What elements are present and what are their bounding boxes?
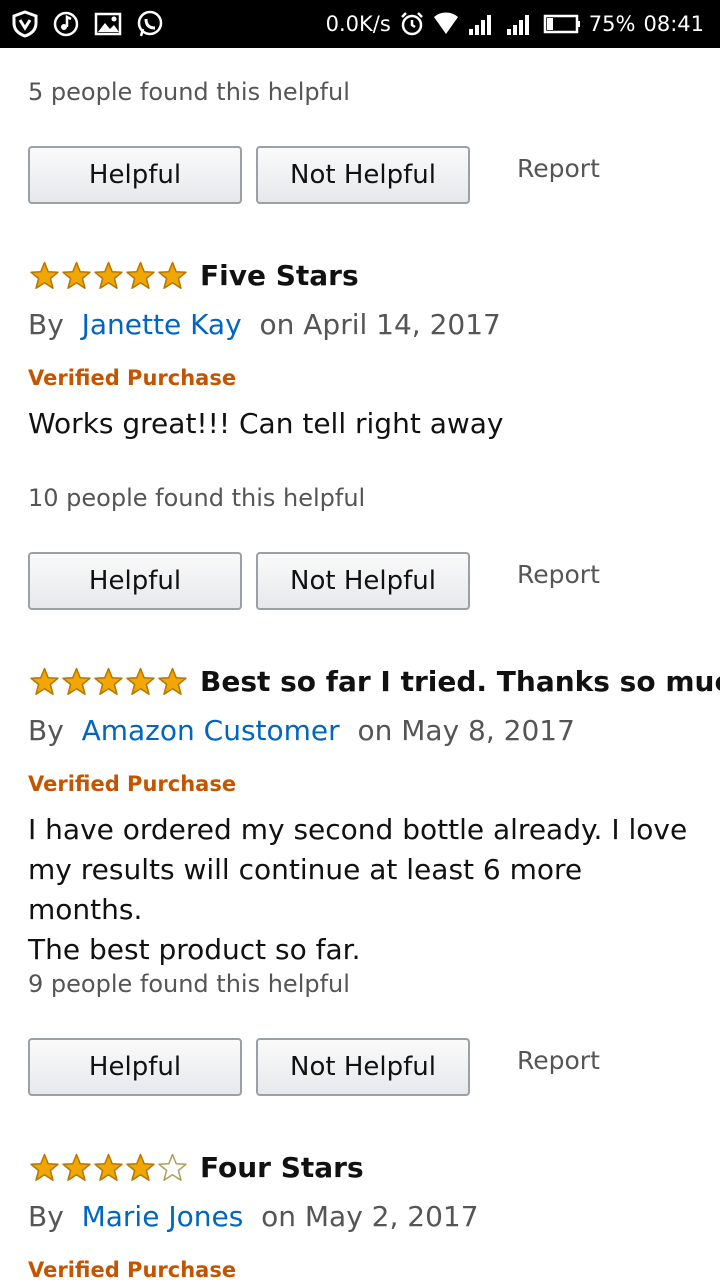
- signal-icon: [467, 12, 497, 36]
- helpful-button[interactable]: Helpful: [28, 1038, 242, 1096]
- star-filled-icon: [94, 261, 123, 289]
- review-byline: By Amazon Customer on May 8, 2017: [28, 714, 575, 747]
- review-title: Four Stars: [200, 1151, 364, 1184]
- status-bar: 0.0K/s 75% 08:41: [0, 0, 720, 48]
- star-filled-icon: [30, 667, 59, 695]
- review-body: I have ordered my second bottle already.…: [28, 810, 698, 970]
- star-filled-icon: [126, 261, 155, 289]
- star-filled-icon: [158, 261, 187, 289]
- star-rating: [29, 1153, 188, 1182]
- byline-prefix: By: [28, 714, 64, 747]
- star-filled-icon: [30, 261, 59, 289]
- not-helpful-button[interactable]: Not Helpful: [256, 1038, 470, 1096]
- star-filled-icon: [62, 667, 91, 695]
- vpn-shield-icon: [12, 10, 38, 38]
- author-link[interactable]: Marie Jones: [82, 1200, 244, 1233]
- report-link[interactable]: Report: [517, 1046, 600, 1075]
- author-link[interactable]: Amazon Customer: [82, 714, 340, 747]
- helpful-button[interactable]: Helpful: [28, 146, 242, 204]
- helpful-button[interactable]: Helpful: [28, 552, 242, 610]
- signal-icon: [505, 12, 535, 36]
- review-title: Five Stars: [200, 259, 359, 292]
- star-filled-icon: [126, 667, 155, 695]
- review-date: on May 2, 2017: [261, 1200, 479, 1233]
- alarm-icon: [399, 11, 425, 37]
- music-icon: [52, 10, 80, 38]
- helpful-count: 9 people found this helpful: [28, 970, 350, 998]
- helpful-count: 5 people found this helpful: [28, 78, 350, 106]
- review-byline: By Marie Jones on May 2, 2017: [28, 1200, 479, 1233]
- review-body-line: The best product so far.: [28, 933, 361, 966]
- report-link[interactable]: Report: [517, 560, 600, 589]
- review-body-line: I have ordered my second bottle already.…: [28, 813, 688, 846]
- star-filled-icon: [62, 1153, 91, 1181]
- review-byline: By Janette Kay on April 14, 2017: [28, 308, 501, 341]
- report-link[interactable]: Report: [517, 154, 600, 183]
- review-date: on April 14, 2017: [259, 308, 501, 341]
- star-empty-icon: [158, 1153, 187, 1181]
- star-filled-icon: [62, 261, 91, 289]
- star-filled-icon: [94, 1153, 123, 1181]
- star-filled-icon: [94, 667, 123, 695]
- battery-percent: 75%: [588, 12, 636, 36]
- star-rating: [29, 261, 188, 290]
- verified-purchase-badge: Verified Purchase: [28, 366, 237, 390]
- star-rating: [29, 667, 188, 696]
- verified-purchase-badge: Verified Purchase: [28, 772, 237, 796]
- star-filled-icon: [126, 1153, 155, 1181]
- verified-purchase-badge: Verified Purchase: [28, 1258, 237, 1282]
- byline-prefix: By: [28, 308, 64, 341]
- review-date: on May 8, 2017: [357, 714, 575, 747]
- network-speed: 0.0K/s: [325, 12, 391, 36]
- image-icon: [94, 11, 122, 37]
- byline-prefix: By: [28, 1200, 64, 1233]
- not-helpful-button[interactable]: Not Helpful: [256, 146, 470, 204]
- review-body-line: my results will continue at least 6 more…: [28, 853, 583, 926]
- author-link[interactable]: Janette Kay: [82, 308, 242, 341]
- whatsapp-icon: [136, 10, 164, 38]
- helpful-count: 10 people found this helpful: [28, 484, 366, 512]
- review-title: Best so far I tried. Thanks so much: [200, 665, 720, 698]
- star-filled-icon: [30, 1153, 59, 1181]
- not-helpful-button[interactable]: Not Helpful: [256, 552, 470, 610]
- wifi-icon: [433, 12, 459, 36]
- battery-icon: [543, 13, 581, 35]
- clock: 08:41: [643, 12, 704, 36]
- review-body: Works great!!! Can tell right away: [28, 407, 504, 440]
- star-filled-icon: [158, 667, 187, 695]
